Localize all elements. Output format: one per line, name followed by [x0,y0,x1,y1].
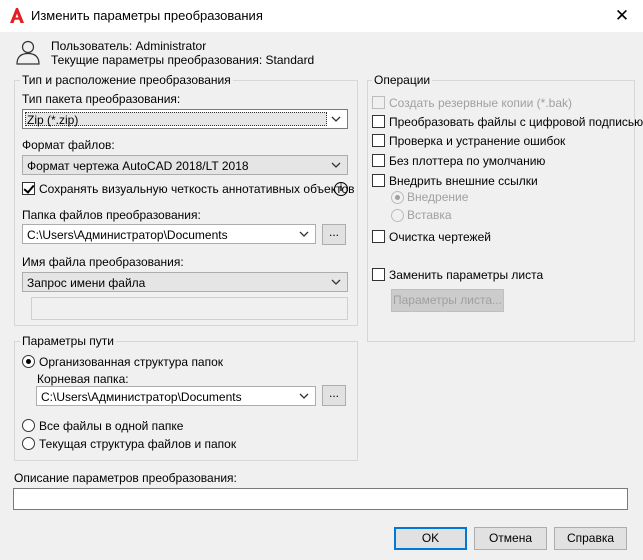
root-folder-value: C:\Users\Администратор\Documents [41,390,242,404]
chevron-down-icon [331,116,341,122]
actions-group-title: Операции [372,73,433,87]
organized-folders-label: Организованная структура папок [39,355,224,369]
current-settings-line: Текущие параметры преобразования: Standa… [51,53,315,67]
keep-visual-fidelity-checkbox[interactable] [22,182,35,195]
root-folder-dropdown[interactable]: C:\Users\Администратор\Documents [36,386,316,406]
transmittal-folder-dropdown[interactable]: C:\Users\Администратор\Documents [22,224,316,244]
bind-xrefs-label: Внедрить внешние ссылки [389,174,538,188]
package-type-value: Zip (*.zip) [27,113,79,127]
organized-folders-radio[interactable] [22,355,35,368]
keep-structure-label: Текущая структура файлов и папок [39,437,237,451]
transmittal-folder-value: C:\Users\Администратор\Documents [27,228,228,242]
replace-page-setups-checkbox[interactable] [372,268,385,281]
transmittal-filename-value: Запрос имени файла [27,276,146,290]
user-icon [16,40,40,65]
description-field[interactable] [13,488,628,510]
file-format-dropdown[interactable]: Формат чертежа AutoCAD 2018/LT 2018 [22,155,348,175]
all-in-one-folder-radio[interactable] [22,419,35,432]
insert-radio[interactable] [391,209,404,222]
file-format-label: Формат файлов: [22,138,115,152]
create-backup-checkbox[interactable] [372,96,385,109]
root-folder-label: Корневая папка: [37,372,129,386]
purge-checkbox[interactable] [372,230,385,243]
digital-signature-label: Преобразовать файлы с цифровой подписью [389,115,643,129]
chevron-down-icon [331,279,341,285]
package-type-label: Тип пакета преобразования: [22,92,181,106]
digital-signature-checkbox[interactable] [372,115,385,128]
package-type-dropdown[interactable]: Zip (*.zip) [22,109,348,129]
transmittal-group-title: Тип и расположение преобразования [20,73,233,87]
close-button[interactable]: ✕ [610,4,634,28]
audit-checkbox[interactable] [372,134,385,147]
cancel-button[interactable]: Отмена [474,527,547,550]
insert-label: Вставка [407,208,452,222]
chevron-down-icon [299,393,309,399]
path-options-title: Параметры пути [20,334,116,348]
transmittal-filename-label: Имя файла преобразования: [22,255,184,269]
transmittal-folder-label: Папка файлов преобразования: [22,208,201,222]
replace-page-setups-label: Заменить параметры листа [389,268,544,282]
browse-folder-button[interactable]: ... [322,224,346,245]
audit-label: Проверка и устранение ошибок [389,134,566,148]
bind-label: Внедрение [407,190,469,204]
bind-xrefs-checkbox[interactable] [372,174,385,187]
window-title: Изменить параметры преобразования [31,8,263,23]
keep-visual-fidelity-label: Сохранять визуальную четкость аннотативн… [39,182,355,196]
no-default-plotter-checkbox[interactable] [372,154,385,167]
create-backup-label: Создать резервные копии (*.bak) [389,96,573,110]
transmittal-filename-field [31,297,348,320]
chevron-down-icon [331,162,341,168]
chevron-down-icon [299,231,309,237]
file-format-value: Формат чертежа AutoCAD 2018/LT 2018 [27,159,249,173]
all-in-one-folder-label: Все файлы в одной папке [39,419,184,433]
title-bar: Изменить параметры преобразования ✕ [0,0,643,32]
keep-structure-radio[interactable] [22,437,35,450]
user-line: Пользователь: Administrator [51,39,207,53]
info-icon[interactable]: i [334,182,348,196]
no-default-plotter-label: Без плоттера по умолчанию [389,154,546,168]
ok-button[interactable]: OK [394,527,467,550]
browse-root-folder-button[interactable]: ... [322,385,346,406]
transmittal-filename-dropdown[interactable]: Запрос имени файла [22,272,348,292]
bind-radio[interactable] [391,191,404,204]
purge-label: Очистка чертежей [389,230,491,244]
autocad-logo-icon [10,8,24,23]
help-button[interactable]: Справка [554,527,627,550]
page-setups-button[interactable]: Параметры листа... [391,289,504,312]
description-label: Описание параметров преобразования: [14,471,237,485]
